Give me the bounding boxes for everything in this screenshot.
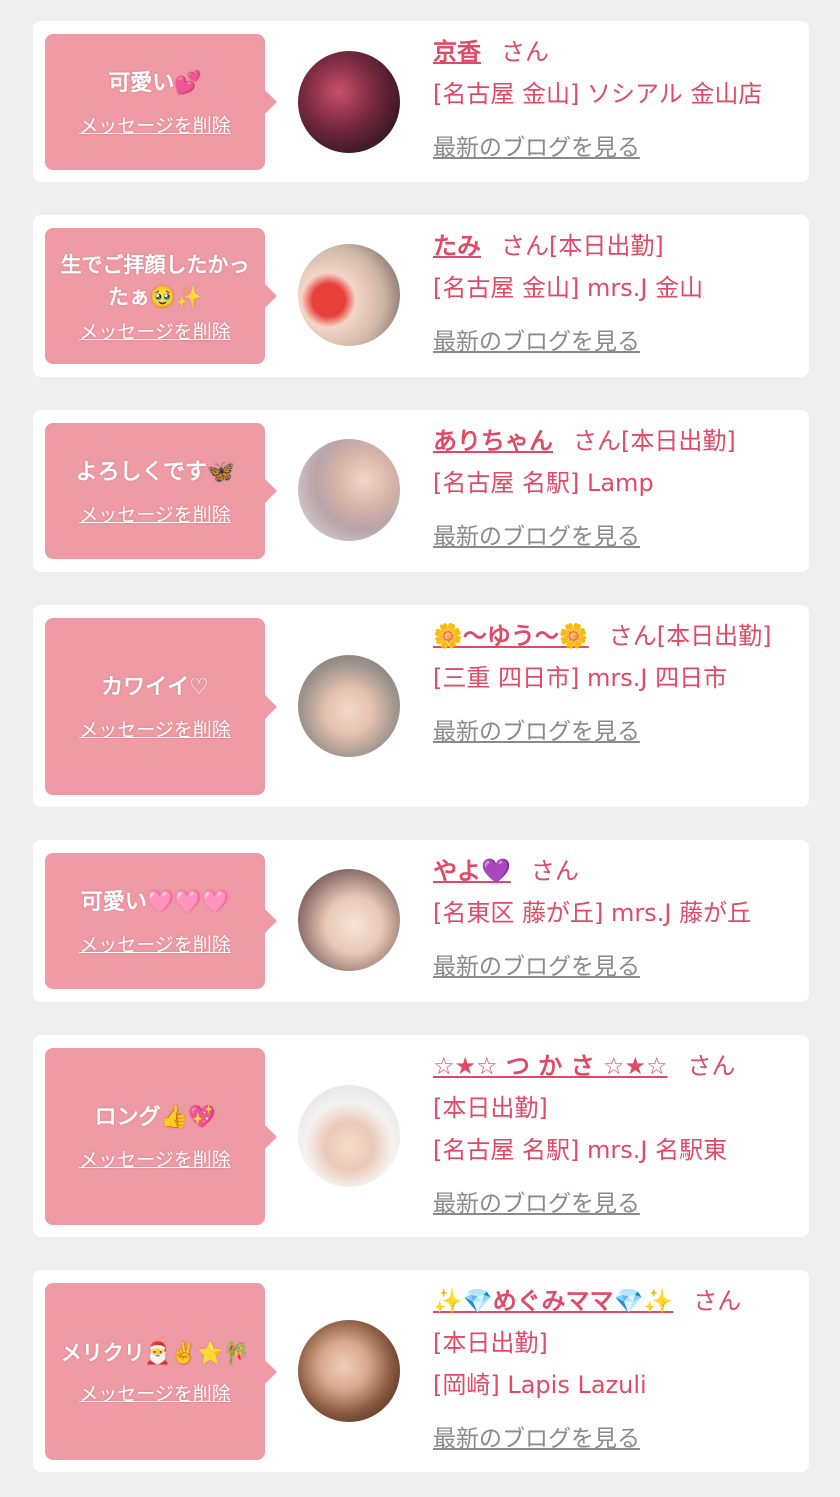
delete-message-link[interactable]: メッセージを削除	[79, 1145, 231, 1172]
profile-name-link[interactable]: ありちゃん	[433, 427, 553, 455]
avatar[interactable]	[298, 655, 400, 757]
message-bubble: 生でご拝顔したかったぁ🥹✨ メッセージを削除	[45, 228, 277, 364]
message-text: よろしくです🦋	[75, 459, 235, 485]
message-bubble: 可愛い💕 メッセージを削除	[45, 34, 277, 170]
avatar[interactable]	[298, 439, 400, 541]
profile-name-link[interactable]: ☆★☆ つ か さ ☆★☆	[433, 1052, 668, 1080]
name-suffix: さん	[501, 38, 549, 66]
shop-label: [名古屋 名駅] mrs.J 名駅東	[433, 1136, 728, 1164]
favorite-card: 生でご拝顔したかったぁ🥹✨ メッセージを削除 たみ さん[本日出勤] [名古屋 金…	[33, 215, 809, 377]
shop-label: [名古屋 金山] mrs.J 金山	[433, 274, 704, 302]
name-suffix: さん[本日出勤]	[573, 427, 736, 455]
latest-blog-link[interactable]: 最新のブログを見る	[433, 516, 793, 558]
message-bubble: よろしくです🦋 メッセージを削除	[45, 423, 277, 559]
message-text: カワイイ♡	[101, 675, 209, 700]
avatar[interactable]	[298, 244, 400, 346]
profile-info: 京香 さん [名古屋 金山] ソシアル 金山店 最新のブログを見る	[433, 31, 793, 169]
avatar[interactable]	[298, 869, 400, 971]
shop-label: [岡崎] Lapis Lazuli	[433, 1371, 647, 1399]
profile-info: やよ💜 さん [名東区 藤が丘] mrs.J 藤が丘 最新のブログを見る	[433, 850, 793, 988]
name-suffix: さん	[530, 857, 579, 885]
message-bubble: ロング👍💖 メッセージを削除	[45, 1048, 277, 1225]
shop-label: [名東区 藤が丘] mrs.J 藤が丘	[433, 899, 752, 927]
message-text: ロング👍💖	[94, 1105, 216, 1130]
favorite-card: ロング👍💖 メッセージを削除 ☆★☆ つ か さ ☆★☆ さん [本日出勤] [名…	[33, 1035, 809, 1237]
latest-blog-link[interactable]: 最新のブログを見る	[433, 1418, 793, 1460]
profile-name-link[interactable]: 🌼〜ゆう〜🌼	[433, 622, 589, 650]
delete-message-link[interactable]: メッセージを削除	[79, 715, 231, 742]
name-suffix: さん	[687, 1052, 736, 1080]
delete-message-link[interactable]: メッセージを削除	[79, 500, 231, 527]
profile-name-link[interactable]: 京香	[433, 38, 481, 66]
profile-info: ありちゃん さん[本日出勤] [名古屋 名駅] Lamp 最新のブログを見る	[433, 420, 793, 558]
delete-message-link[interactable]: メッセージを削除	[79, 930, 231, 957]
attendance-status: [本日出勤]	[433, 1329, 548, 1357]
name-suffix: さん[本日出勤]	[501, 232, 664, 260]
favorite-card: 可愛い🩷🩷🩷 メッセージを削除 やよ💜 さん [名東区 藤が丘] mrs.J 藤が…	[33, 840, 809, 1002]
message-text: 可愛い💕	[108, 70, 202, 96]
favorite-card: よろしくです🦋 メッセージを削除 ありちゃん さん[本日出勤] [名古屋 名駅] …	[33, 410, 809, 572]
favorite-card: カワイイ♡ メッセージを削除 🌼〜ゆう〜🌼 さん[本日出勤] [三重 四日市] m…	[33, 605, 809, 807]
favorite-card: メリクリ🎅✌️⭐️🎋 メッセージを削除 ✨💎めぐみママ💎✨ さん [本日出勤] […	[33, 1270, 809, 1472]
profile-name-link[interactable]: やよ💜	[433, 857, 511, 885]
delete-message-link[interactable]: メッセージを削除	[79, 1379, 231, 1406]
latest-blog-link[interactable]: 最新のブログを見る	[433, 1183, 793, 1225]
shop-label: [名古屋 名駅] Lamp	[433, 469, 654, 497]
latest-blog-link[interactable]: 最新のブログを見る	[433, 321, 793, 363]
shop-label: [名古屋 金山] ソシアル 金山店	[433, 80, 763, 108]
profile-info: ✨💎めぐみママ💎✨ さん [本日出勤] [岡崎] Lapis Lazuli 最新の…	[433, 1280, 793, 1460]
name-suffix: さん[本日出勤]	[608, 622, 772, 650]
message-bubble: メリクリ🎅✌️⭐️🎋 メッセージを削除	[45, 1283, 277, 1460]
avatar[interactable]	[298, 1085, 400, 1187]
profile-info: たみ さん[本日出勤] [名古屋 金山] mrs.J 金山 最新のブログを見る	[433, 225, 793, 363]
message-text: 生でご拝顔したかったぁ🥹✨	[60, 252, 250, 309]
latest-blog-link[interactable]: 最新のブログを見る	[433, 711, 793, 753]
avatar[interactable]	[298, 1320, 400, 1422]
latest-blog-link[interactable]: 最新のブログを見る	[433, 946, 793, 988]
avatar[interactable]	[298, 51, 400, 153]
message-text: 可愛い🩷🩷🩷	[80, 889, 230, 915]
delete-message-link[interactable]: メッセージを削除	[79, 111, 231, 138]
message-text: メリクリ🎅✌️⭐️🎋	[60, 1341, 250, 1365]
profile-info: ☆★☆ つ か さ ☆★☆ さん [本日出勤] [名古屋 名駅] mrs.J 名駅…	[433, 1045, 793, 1225]
delete-message-link[interactable]: メッセージを削除	[79, 317, 231, 344]
attendance-status: [本日出勤]	[433, 1094, 548, 1122]
profile-info: 🌼〜ゆう〜🌼 さん[本日出勤] [三重 四日市] mrs.J 四日市 最新のブログ…	[433, 615, 793, 753]
shop-label: [三重 四日市] mrs.J 四日市	[433, 664, 728, 692]
message-bubble: カワイイ♡ メッセージを削除	[45, 618, 277, 795]
latest-blog-link[interactable]: 最新のブログを見る	[433, 127, 793, 169]
name-suffix: さん	[693, 1287, 742, 1315]
message-bubble: 可愛い🩷🩷🩷 メッセージを削除	[45, 853, 277, 989]
favorite-card: 可愛い💕 メッセージを削除 京香 さん [名古屋 金山] ソシアル 金山店 最新の…	[33, 21, 809, 182]
profile-name-link[interactable]: ✨💎めぐみママ💎✨	[433, 1287, 673, 1315]
profile-name-link[interactable]: たみ	[433, 232, 481, 260]
